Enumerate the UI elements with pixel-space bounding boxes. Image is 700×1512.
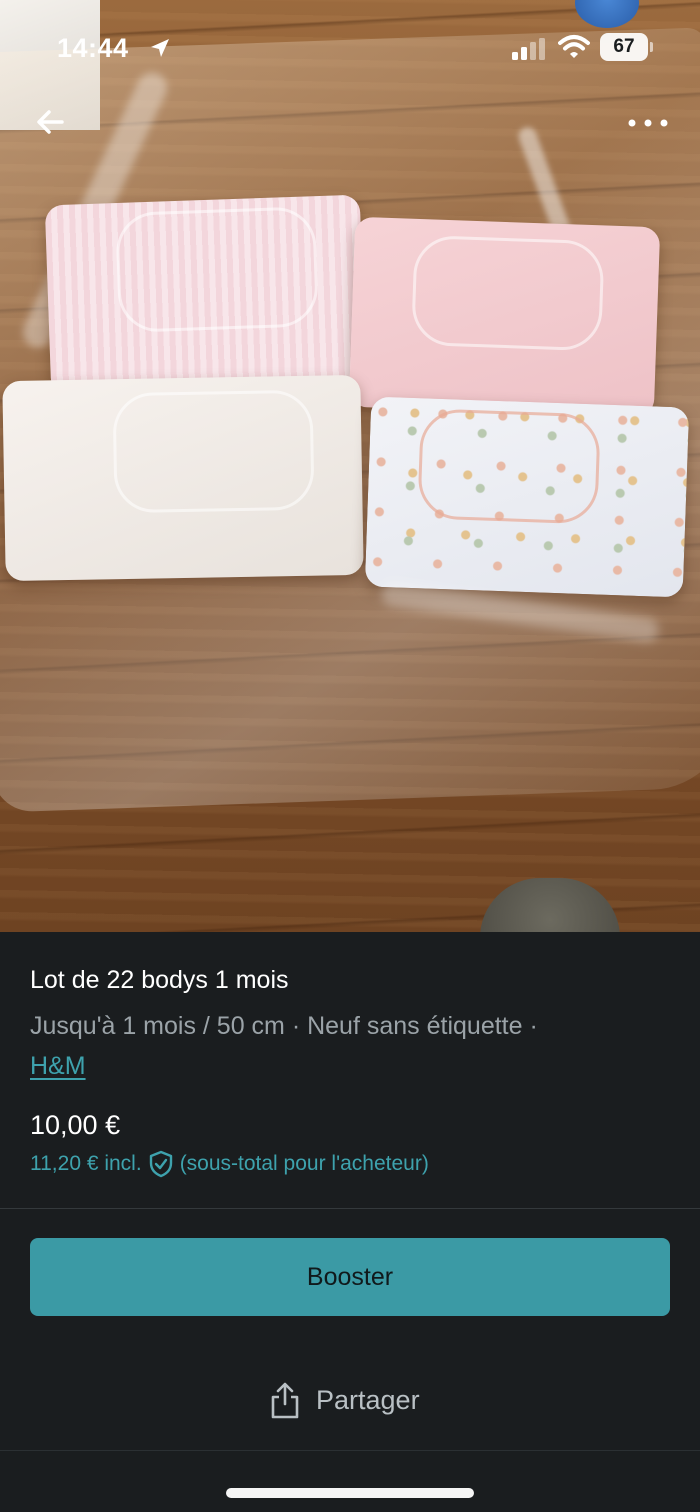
shield-check-icon <box>149 1150 172 1178</box>
garment-pink <box>348 216 661 418</box>
share-label: Partager <box>316 1384 420 1415</box>
home-indicator[interactable] <box>226 1488 474 1498</box>
garment-pink-striped <box>44 194 367 396</box>
battery-icon: 67 <box>600 33 653 61</box>
garment-white <box>2 374 364 582</box>
status-time: 14:44 <box>57 33 129 63</box>
listing-meta: Jusqu'à 1 mois / 50 cm · Neuf sans étiqu… <box>30 1006 670 1086</box>
buyer-price[interactable]: 11,20 € incl. (sous-total pour l'acheteu… <box>30 1150 429 1178</box>
arrow-left-icon[interactable] <box>28 100 72 144</box>
signal-icon <box>512 38 545 60</box>
garment-printed <box>364 396 690 598</box>
more-horizontal-icon[interactable] <box>622 105 674 141</box>
divider <box>0 1208 700 1209</box>
listing-details: Lot de 22 bodys 1 mois Jusqu'à 1 mois / … <box>0 932 700 1512</box>
listing-price: 10,00 € <box>30 1110 121 1140</box>
location-arrow-icon <box>151 39 169 57</box>
buyer-price-note: (sous-total pour l'acheteur) <box>179 1152 429 1175</box>
share-icon <box>271 1382 299 1419</box>
brand-link[interactable]: H&M <box>30 1052 86 1080</box>
share-button[interactable]: Partager <box>268 1378 420 1422</box>
divider <box>0 1450 700 1451</box>
status-bar: 14:44 67 <box>0 0 700 90</box>
buyer-price-value: 11,20 € incl. <box>30 1152 142 1175</box>
wifi-icon <box>558 35 590 58</box>
listing-photo[interactable] <box>0 0 700 932</box>
listing-meta-text: Jusqu'à 1 mois / 50 cm · Neuf sans étiqu… <box>30 1012 538 1040</box>
listing-title: Lot de 22 bodys 1 mois <box>30 966 289 994</box>
boost-button[interactable]: Booster <box>30 1238 670 1316</box>
